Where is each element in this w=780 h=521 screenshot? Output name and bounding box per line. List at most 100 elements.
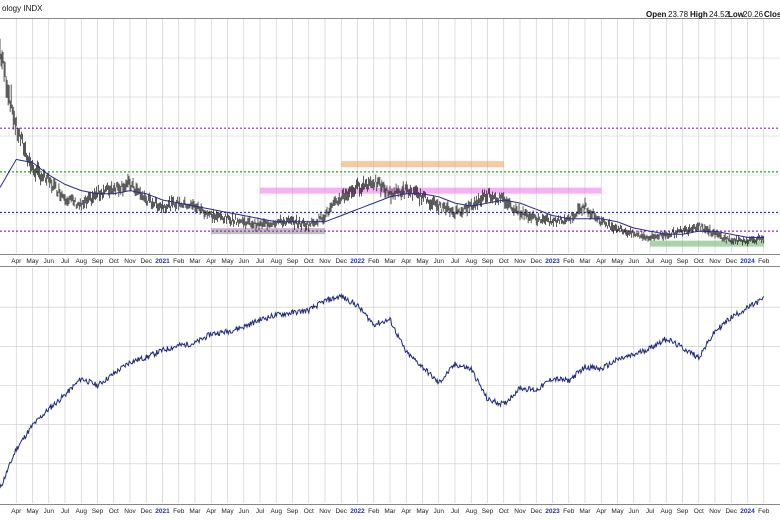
lower-month-tick-label: Oct xyxy=(499,508,509,515)
upper-month-tick-label: Sep xyxy=(677,258,689,265)
lower-month-tick-label: Oct xyxy=(694,508,704,515)
lower-month-tick-label: May xyxy=(26,508,39,515)
upper-month-tick-label: Feb xyxy=(368,258,380,265)
lower-month-tick-label: Nov xyxy=(319,508,331,515)
upper-month-tick-label: May xyxy=(221,258,234,265)
lower-month-tick-label: 2023 xyxy=(545,508,560,515)
chart-title: ology INDX xyxy=(2,4,43,13)
open-label: Open xyxy=(646,10,667,19)
upper-month-tick-label: Dec xyxy=(140,258,152,265)
upper-month-tick-label: Dec xyxy=(335,258,347,265)
lower-month-tick-label: Nov xyxy=(514,508,526,515)
upper-month-tick-label: Apr xyxy=(596,258,607,265)
upper-month-tick-label: May xyxy=(416,258,429,265)
lower-month-tick-label: May xyxy=(221,508,234,515)
upper-month-tick-label: 2023 xyxy=(545,258,560,265)
lower-month-tick-label: Dec xyxy=(530,508,542,515)
upper-month-tick-label: Feb xyxy=(563,258,575,265)
lower-month-tick-label: Sep xyxy=(677,508,689,515)
upper-month-tick-label: Feb xyxy=(173,258,185,265)
upper-month-tick-label: Oct xyxy=(304,258,314,265)
open-value: 23.78 xyxy=(668,10,689,19)
upper-month-tick-label: May xyxy=(26,258,39,265)
upper-month-tick-label: Aug xyxy=(75,258,87,265)
lower-month-tick-label: Feb xyxy=(563,508,575,515)
upper-month-tick-label: Aug xyxy=(660,258,672,265)
upper-month-tick-label: Dec xyxy=(530,258,542,265)
lower-month-tick-label: Jul xyxy=(646,508,655,515)
upper-month-tick-label: Nov xyxy=(124,258,136,265)
lower-month-tick-label: Aug xyxy=(660,508,672,515)
lower-month-tick-label: Mar xyxy=(384,508,396,515)
high-label: High xyxy=(690,10,708,19)
lower-month-tick-label: Aug xyxy=(270,508,282,515)
upper-month-tick-label: Oct xyxy=(499,258,509,265)
lower-month-tick-label: Jun xyxy=(44,508,55,515)
upper-month-tick-label: Mar xyxy=(189,258,201,265)
lower-month-tick-label: Apr xyxy=(596,508,607,515)
chart-svg: Apr Apr May May Jun Jun Jul Jul Aug Aug Sep Sep Oct O… xyxy=(0,0,780,516)
upper-month-tick-label: Feb xyxy=(758,258,770,265)
upper-month-tick-label: Apr xyxy=(206,258,217,265)
support-resistance-band xyxy=(260,187,602,194)
lower-month-tick-label: Apr xyxy=(401,508,412,515)
lower-month-tick-label: Oct xyxy=(109,508,119,515)
upper-month-tick-label: Mar xyxy=(384,258,396,265)
upper-month-tick-label: 2024 xyxy=(740,258,755,265)
lower-month-tick-label: Aug xyxy=(75,508,87,515)
upper-month-tick-label: Sep xyxy=(287,258,299,265)
upper-month-tick-label: Apr xyxy=(401,258,412,265)
lower-month-tick-label: Nov xyxy=(124,508,136,515)
support-resistance-band xyxy=(341,161,504,168)
upper-month-tick-label: 2021 xyxy=(155,258,170,265)
upper-month-tick-label: 2022 xyxy=(350,258,365,265)
upper-month-tick-label: Jul xyxy=(256,258,265,265)
lower-month-tick-label: Feb xyxy=(368,508,380,515)
upper-month-tick-label: Jun xyxy=(629,258,640,265)
lower-month-tick-label: Feb xyxy=(758,508,770,515)
upper-month-tick-label: Aug xyxy=(270,258,282,265)
lower-month-tick-label: Dec xyxy=(140,508,152,515)
lower-month-tick-label: Jun xyxy=(629,508,640,515)
upper-month-tick-label: Jul xyxy=(451,258,460,265)
lower-month-tick-label: Dec xyxy=(725,508,737,515)
lower-month-tick-label: Feb xyxy=(173,508,185,515)
lower-month-tick-label: Jun xyxy=(239,508,250,515)
upper-month-tick-label: Jul xyxy=(646,258,655,265)
lower-month-tick-label: Sep xyxy=(92,508,104,515)
upper-month-tick-label: Mar xyxy=(579,258,591,265)
close-label: Clos xyxy=(764,10,780,19)
upper-month-tick-label: Oct xyxy=(694,258,704,265)
upper-month-tick-label: Apr xyxy=(11,258,22,265)
lower-month-tick-label: 2022 xyxy=(350,508,365,515)
upper-month-tick-label: Oct xyxy=(109,258,119,265)
lower-month-tick-label: May xyxy=(416,508,429,515)
lower-month-tick-label: Dec xyxy=(335,508,347,515)
upper-month-tick-label: Jun xyxy=(434,258,445,265)
upper-month-tick-label: Jun xyxy=(44,258,55,265)
lower-month-tick-label: Jun xyxy=(434,508,445,515)
upper-month-tick-label: Dec xyxy=(725,258,737,265)
lower-month-tick-label: Aug xyxy=(465,508,477,515)
lower-month-tick-label: Nov xyxy=(709,508,721,515)
upper-month-tick-label: Jun xyxy=(239,258,250,265)
upper-month-tick-label: Nov xyxy=(514,258,526,265)
lower-month-tick-label: Jul xyxy=(61,508,70,515)
high-value: 24.52 xyxy=(709,10,730,19)
lower-month-tick-label: May xyxy=(611,508,624,515)
upper-month-tick-label: Aug xyxy=(465,258,477,265)
upper-month-tick-label: Sep xyxy=(92,258,104,265)
lower-month-tick-label: 2024 xyxy=(740,508,755,515)
upper-month-tick-label: Nov xyxy=(709,258,721,265)
lower-month-tick-label: Jul xyxy=(451,508,460,515)
lower-month-tick-label: 2021 xyxy=(155,508,170,515)
chart-root: Apr Apr May May Jun Jun Jul Jul Aug Aug Sep Sep Oct O… xyxy=(0,0,780,516)
lower-month-tick-label: Mar xyxy=(579,508,591,515)
lower-month-tick-label: Apr xyxy=(206,508,217,515)
lower-month-tick-label: Jul xyxy=(256,508,265,515)
lower-month-tick-label: Oct xyxy=(304,508,314,515)
lower-month-tick-label: Mar xyxy=(189,508,201,515)
upper-month-tick-label: Nov xyxy=(319,258,331,265)
upper-month-tick-label: Sep xyxy=(482,258,494,265)
upper-month-tick-label: Jul xyxy=(61,258,70,265)
